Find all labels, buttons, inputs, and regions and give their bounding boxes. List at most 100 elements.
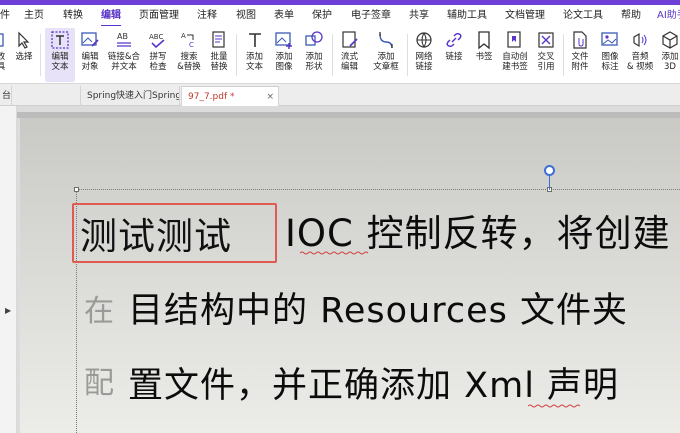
add-3d-label: 添加 3D xyxy=(661,52,679,72)
menu-e-signature[interactable]: 电子签章 xyxy=(351,8,391,24)
edit-object-button[interactable]: 编辑 对象 xyxy=(76,28,104,82)
batch-replace-icon xyxy=(212,31,225,48)
resize-handle-top-left[interactable] xyxy=(74,187,79,192)
select-button[interactable]: 选择 xyxy=(12,28,36,82)
flow-edit-button[interactable]: 流式 编辑 xyxy=(336,28,363,82)
cross-reference-label: 交叉 引用 xyxy=(537,52,555,72)
spell-check-label: 拼写 检查 xyxy=(149,52,167,72)
link-button[interactable]: 链接 xyxy=(440,28,468,82)
ribbon-divider xyxy=(332,34,333,76)
menu-thesis-tools[interactable]: 论文工具 xyxy=(563,8,603,24)
edit-object-icon xyxy=(81,32,99,47)
batch-replace-label: 批量 替换 xyxy=(210,52,228,72)
link-merge-text-button[interactable]: AB 链接&合 并文本 xyxy=(106,28,142,82)
link-label: 链接 xyxy=(445,52,463,62)
file-attachment-label: 文件 附件 xyxy=(571,52,589,72)
batch-replace-button[interactable]: 批量 替换 xyxy=(206,28,232,82)
image-annotation-label: 图像 标注 xyxy=(601,52,619,72)
edit-object-label: 编辑 对象 xyxy=(81,52,99,72)
svg-text:A: A xyxy=(181,32,186,40)
menu-page-manage[interactable]: 页面管理 xyxy=(139,8,179,24)
article-box-icon xyxy=(379,32,393,49)
audio-video-label: 音频 & 视频 xyxy=(626,52,654,72)
add-article-box-label: 添加 文章框 xyxy=(373,52,399,72)
tool-label: 改 具 xyxy=(0,52,6,72)
search-replace-icon: AC xyxy=(181,32,194,49)
menu-help[interactable]: 帮助 xyxy=(621,8,641,24)
spellcheck-underline xyxy=(528,404,581,408)
search-replace-button[interactable]: AC 搜索 &替换 xyxy=(174,28,204,82)
file-attachment-icon xyxy=(573,31,587,49)
web-link-button[interactable]: 网络 链接 xyxy=(410,28,438,82)
link-icon xyxy=(446,32,462,48)
flow-edit-label: 流式 编辑 xyxy=(340,52,358,72)
tab-97-7-pdf[interactable]: 97_7.pdf * × xyxy=(181,86,279,106)
tool-icon xyxy=(0,33,4,47)
document-line-1[interactable]: IOC 控制反转，将创建 xyxy=(285,203,671,257)
expand-panel-arrow-icon[interactable]: ▶ xyxy=(5,306,11,315)
left-panel-rail: ▶ xyxy=(0,106,17,433)
select-label: 选择 xyxy=(15,52,33,62)
spell-check-icon: ABC xyxy=(149,33,165,49)
menu-share[interactable]: 共享 xyxy=(409,8,429,24)
add-image-label: 添加 图像 xyxy=(275,52,293,72)
close-tab-icon[interactable]: × xyxy=(266,87,274,106)
document-tab-bar: 台 Spring快速入门Spring... 97_7.pdf * × xyxy=(0,84,680,106)
web-link-icon xyxy=(416,32,432,49)
selected-text[interactable]: 测试测试 xyxy=(80,206,232,260)
svg-text:C: C xyxy=(189,41,194,49)
add-3d-button[interactable]: 添加 3D xyxy=(657,28,680,82)
faint-char-2: 配 xyxy=(84,366,114,401)
search-replace-label: 搜索 &替换 xyxy=(177,52,201,72)
menu-file[interactable]: 件 xyxy=(0,8,10,24)
add-shape-button[interactable]: 添加 形状 xyxy=(300,28,328,82)
web-link-label: 网络 链接 xyxy=(415,52,433,72)
tab-spring-pdf[interactable]: Spring快速入门Spring... xyxy=(80,86,180,106)
tab-97-7-label: 97_7.pdf * xyxy=(188,92,235,102)
add-text-button[interactable]: 添加 文本 xyxy=(241,28,268,82)
menu-annotate[interactable]: 注释 xyxy=(197,8,217,24)
add-image-button[interactable]: 添加 图像 xyxy=(270,28,298,82)
menu-form[interactable]: 表单 xyxy=(274,8,294,24)
add-article-box-button[interactable]: 添加 文章框 xyxy=(370,28,402,82)
svg-text:ABC: ABC xyxy=(149,33,163,41)
auto-bookmark-button[interactable]: 自动创 建书签 xyxy=(499,28,531,82)
menu-protect[interactable]: 保护 xyxy=(312,8,332,24)
audio-video-icon xyxy=(633,32,647,48)
edit-text-button[interactable]: 编辑 文本 xyxy=(45,28,75,82)
add-shape-icon xyxy=(305,31,323,46)
file-attachment-button[interactable]: 文件 附件 xyxy=(567,28,593,82)
tool-button[interactable]: 改 具 xyxy=(0,28,8,82)
menu-home[interactable]: 主页 xyxy=(24,8,44,24)
spellcheck-underline xyxy=(300,251,369,255)
bookmark-button[interactable]: 书签 xyxy=(470,28,498,82)
select-cursor-icon xyxy=(18,31,30,49)
auto-bookmark-label: 自动创 建书签 xyxy=(502,52,528,72)
add-image-icon xyxy=(275,32,292,49)
ribbon-divider xyxy=(40,34,41,76)
menu-convert[interactable]: 转换 xyxy=(63,8,83,24)
add-shape-label: 添加 形状 xyxy=(305,52,323,72)
cross-reference-button[interactable]: 交叉 引用 xyxy=(533,28,559,82)
ribbon-toolbar: 改 具 选择 编辑 文本 编辑 对象 AB 链接&合 并文本 ABC 拼写 检查… xyxy=(0,26,680,84)
tab-start[interactable]: 台 xyxy=(0,86,12,106)
bookmark-icon xyxy=(478,31,490,50)
spell-check-button[interactable]: ABC 拼写 检查 xyxy=(145,28,171,82)
image-annotation-button[interactable]: 图像 标注 xyxy=(597,28,623,82)
menu-edit[interactable]: 编辑 xyxy=(101,8,121,27)
document-line-2[interactable]: 目结构中的 Resources 文件夹 xyxy=(128,282,628,333)
document-line-3[interactable]: 置文件，并正确添加 Xml 声明 xyxy=(128,357,619,408)
ribbon-divider xyxy=(407,34,408,76)
flow-edit-icon xyxy=(341,31,358,48)
menu-accessibility-tools[interactable]: 辅助工具 xyxy=(447,8,487,24)
ribbon-divider xyxy=(563,34,564,76)
audio-video-button[interactable]: 音频 & 视频 xyxy=(626,28,654,82)
menu-ai-assistant[interactable]: AI助手 xyxy=(657,8,680,24)
menu-view[interactable]: 视图 xyxy=(236,8,256,24)
link-merge-text-icon: AB xyxy=(117,32,131,47)
rotate-handle-icon[interactable] xyxy=(544,165,555,176)
edit-text-icon xyxy=(51,31,69,49)
menu-doc-manage[interactable]: 文档管理 xyxy=(505,8,545,24)
cube-3d-icon xyxy=(662,31,678,49)
cross-reference-icon xyxy=(538,32,554,48)
